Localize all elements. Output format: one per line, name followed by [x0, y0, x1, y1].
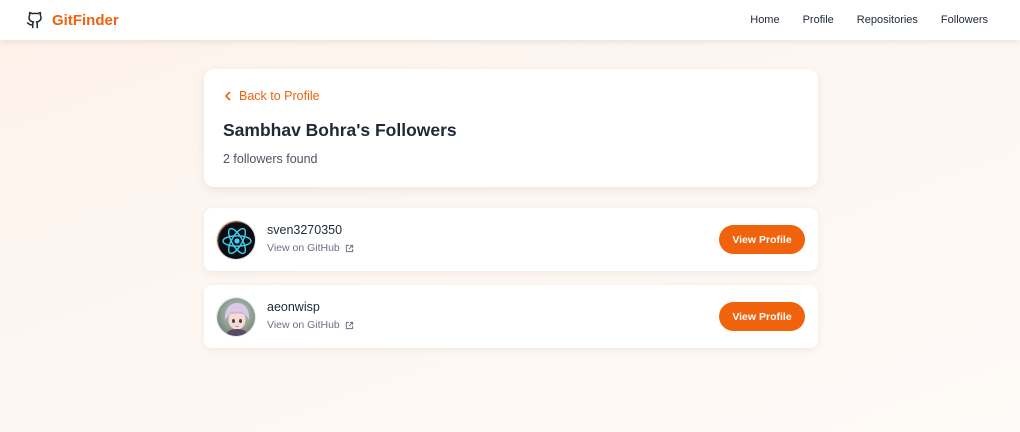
avatar[interactable] — [216, 219, 256, 260]
react-atom-avatar-icon — [217, 220, 255, 259]
view-profile-button[interactable]: View Profile — [719, 225, 805, 254]
nav-links: Home Profile Repositories Followers — [750, 14, 988, 26]
avatar[interactable] — [216, 296, 256, 337]
view-profile-button[interactable]: View Profile — [719, 302, 805, 331]
followers-count: 2 followers found — [223, 152, 318, 166]
back-link-label: Back to Profile — [239, 89, 320, 103]
view-on-github-label: View on GitHub — [267, 242, 340, 254]
follower-card: sven3270350 View on GitHub View Profile — [204, 208, 818, 271]
view-on-github-link[interactable]: View on GitHub — [267, 242, 354, 254]
follower-info: aeonwisp View on GitHub — [267, 300, 719, 333]
view-on-github-link[interactable]: View on GitHub — [267, 319, 354, 331]
brand-name: GitFinder — [52, 11, 119, 29]
view-on-github-label: View on GitHub — [267, 319, 340, 331]
follower-info: sven3270350 View on GitHub — [267, 223, 719, 256]
brand[interactable]: GitFinder — [26, 11, 119, 29]
followers-header-card: Back to Profile Sambhav Bohra's Follower… — [204, 69, 818, 187]
nav-link-home[interactable]: Home — [750, 14, 779, 26]
follower-card: aeonwisp View on GitHub View Profile — [204, 285, 818, 348]
follower-username: sven3270350 — [267, 223, 343, 237]
github-icon — [26, 11, 44, 29]
follower-username: aeonwisp — [267, 300, 320, 314]
nav-link-profile[interactable]: Profile — [803, 14, 834, 26]
external-link-icon — [345, 321, 354, 330]
navbar: GitFinder Home Profile Repositories Foll… — [0, 0, 1020, 40]
nav-link-followers[interactable]: Followers — [941, 14, 988, 26]
external-link-icon — [345, 244, 354, 253]
chevron-left-icon — [223, 91, 233, 101]
back-to-profile-link[interactable]: Back to Profile — [223, 89, 320, 103]
page-title: Sambhav Bohra's Followers — [223, 120, 457, 140]
nav-link-repositories[interactable]: Repositories — [857, 14, 918, 26]
anime-character-avatar-icon — [217, 297, 255, 336]
